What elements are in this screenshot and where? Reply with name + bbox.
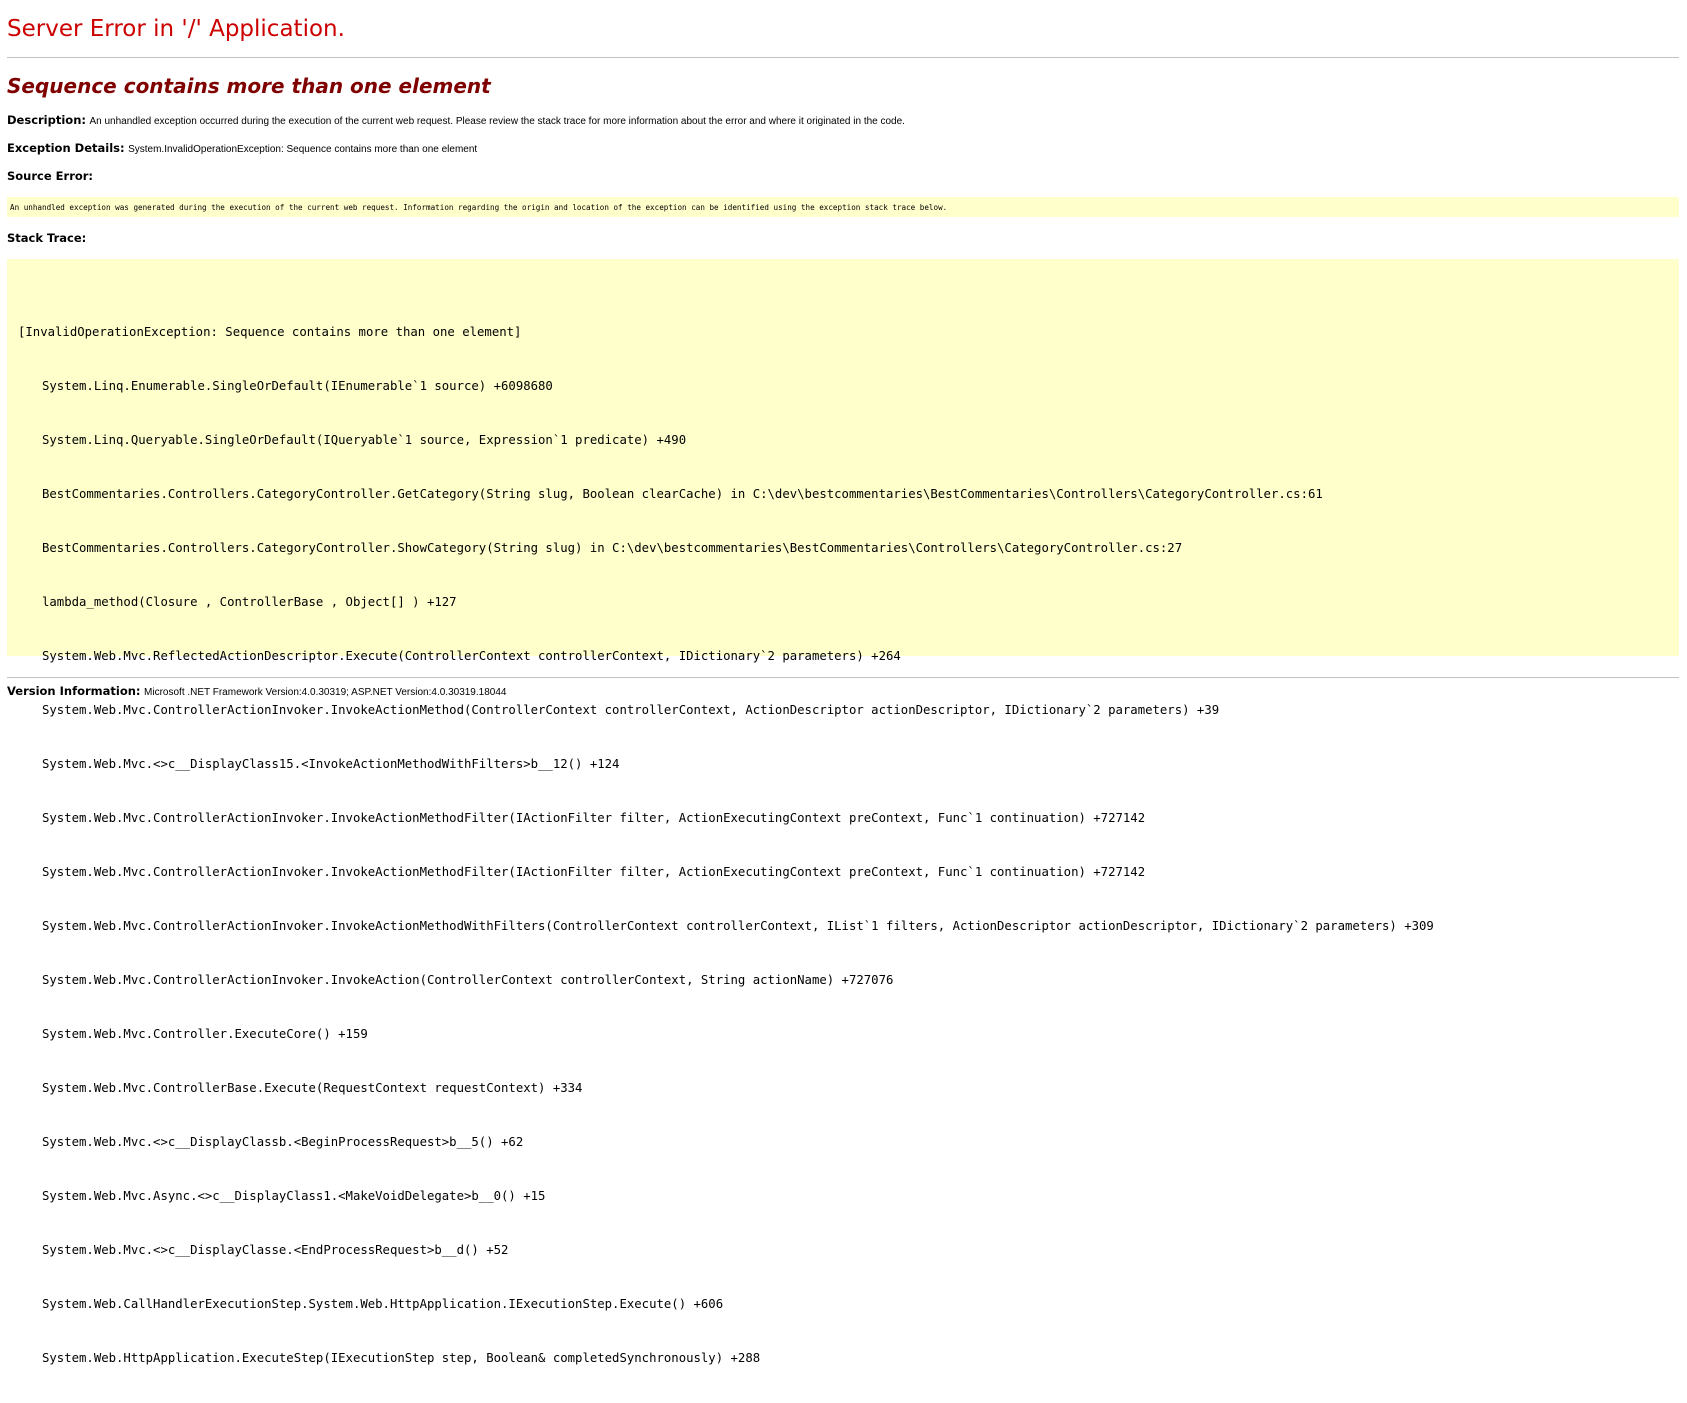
stack-trace-line: System.Linq.Enumerable.SingleOrDefault(I… [42,379,553,393]
description-row: Description: An unhandled exception occu… [7,113,905,129]
stack-trace-line: System.Web.Mvc.ControllerActionInvoker.I… [42,703,1220,717]
source-error-box: An unhandled exception was generated dur… [7,197,1679,217]
stack-trace-lines: [InvalidOperationException: Sequence con… [18,287,1434,1403]
stack-trace-line: lambda_method(Closure , ControllerBase ,… [42,595,457,609]
error-message-heading: Sequence contains more than one element [7,74,491,98]
version-information-text: Microsoft .NET Framework Version:4.0.303… [144,687,507,698]
stack-trace-line: System.Web.Mvc.<>c__DisplayClass15.<Invo… [42,757,620,771]
stack-trace-header-line: [InvalidOperationException: Sequence con… [18,325,522,339]
exception-details-label: Exception Details: [7,141,125,155]
version-information-row: Version Information: Microsoft .NET Fram… [7,684,506,700]
source-error-text: An unhandled exception was generated dur… [10,203,948,212]
version-information-label: Version Information: [7,684,141,698]
stack-trace-line: System.Web.Mvc.<>c__DisplayClassb.<Begin… [42,1135,524,1149]
stack-trace-line: System.Web.Mvc.Controller.ExecuteCore() … [42,1027,368,1041]
description-label: Description: [7,113,86,127]
exception-details-text: System.InvalidOperationException: Sequen… [128,144,478,155]
title-divider [7,57,1679,58]
stack-trace-line: System.Web.Mvc.ControllerActionInvoker.I… [42,919,1434,933]
stack-trace-line: System.Web.Mvc.ControllerActionInvoker.I… [42,811,1146,825]
stack-trace-line: BestCommentaries.Controllers.CategoryCon… [42,541,1183,555]
stack-trace-label: Stack Trace: [7,231,87,245]
stack-trace-line: System.Web.Mvc.ControllerActionInvoker.I… [42,865,1146,879]
stack-trace-line: System.Web.CallHandlerExecutionStep.Syst… [42,1297,724,1311]
stack-trace-line: System.Linq.Queryable.SingleOrDefault(IQ… [42,433,687,447]
stack-trace-box: [InvalidOperationException: Sequence con… [7,259,1679,1365]
source-error-label: Source Error: [7,169,94,183]
stack-trace-line: System.Web.Mvc.ControllerBase.Execute(Re… [42,1081,583,1095]
stack-trace-line: System.Web.Mvc.ControllerActionInvoker.I… [42,973,894,987]
stack-trace-line: System.Web.Mvc.<>c__DisplayClasse.<EndPr… [42,1243,509,1257]
stack-trace-line: System.Web.Mvc.ReflectedActionDescriptor… [42,649,901,663]
description-text: An unhandled exception occurred during t… [89,116,905,127]
stack-trace-line: System.Web.HttpApplication.ExecuteStep(I… [42,1351,761,1365]
stack-trace-line: BestCommentaries.Controllers.CategoryCon… [42,487,1323,501]
stack-trace-line: System.Web.Mvc.Async.<>c__DisplayClass1.… [42,1189,546,1203]
exception-details-row: Exception Details: System.InvalidOperati… [7,141,477,157]
footer-divider [7,677,1679,678]
page-title: Server Error in '/' Application. [7,16,345,42]
